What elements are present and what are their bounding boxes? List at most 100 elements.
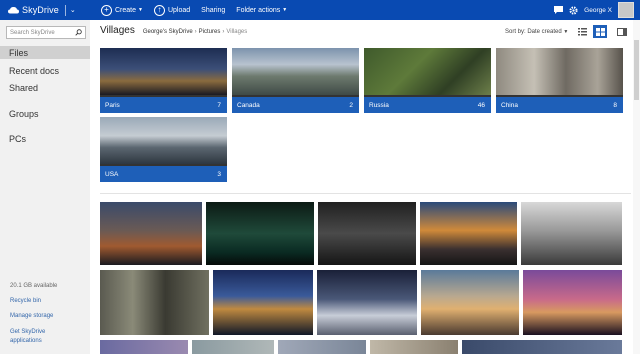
create-button[interactable]: + Create ▼ (101, 0, 143, 20)
brand-divider (64, 4, 66, 16)
photo-thumbnail[interactable] (317, 270, 417, 335)
sidebar-item-label: PCs (9, 133, 27, 144)
folder-caption: Paris 7 (100, 97, 227, 113)
grid-view-icon (595, 27, 605, 36)
photo-thumbnail[interactable] (370, 340, 458, 354)
scrollbar[interactable] (633, 20, 640, 354)
folder-tile-canada[interactable]: Canada 2 (232, 48, 359, 113)
breadcrumb: George's SkyDrive › Pictures › Villages (143, 29, 247, 35)
breadcrumb-item[interactable]: Pictures (199, 29, 221, 35)
sidebar-item-label: Groups (9, 108, 39, 119)
photo-thumbnail[interactable] (521, 202, 622, 265)
photo-thumbnail[interactable] (318, 202, 416, 265)
folder-caption: China 8 (496, 97, 623, 113)
photo-thumbnail[interactable] (100, 270, 209, 335)
folder-name: Paris (105, 101, 120, 109)
photo-thumbnail[interactable] (192, 340, 274, 354)
photo-thumbnail[interactable] (100, 202, 202, 265)
sidebar-item-label: Files (9, 47, 29, 58)
sidebar-item-label: Shared (9, 82, 39, 93)
sidebar-item-files[interactable]: Files (0, 46, 90, 59)
chevron-right-icon: › (194, 29, 197, 35)
sidebar-item-pcs[interactable]: PCs (0, 132, 90, 145)
photo-thumbnail[interactable] (421, 270, 519, 335)
storage-available: 20.1 GB available (10, 283, 58, 289)
chevron-down-icon[interactable]: ⌄ (70, 6, 76, 14)
folder-tile-paris[interactable]: Paris 7 (100, 48, 227, 113)
search-input[interactable]: Search SkyDrive (6, 26, 86, 39)
top-bar: SkyDrive ⌄ + Create ▼ ↑ Upload Sharing F… (0, 0, 640, 20)
sidebar-item-groups[interactable]: Groups (0, 107, 90, 120)
cloud-icon (8, 6, 19, 13)
scrollbar-thumb[interactable] (634, 40, 639, 100)
details-pane-button[interactable] (615, 25, 629, 38)
folder-count: 46 (477, 101, 485, 109)
get-apps-line2: applications (10, 338, 42, 344)
app-name: SkyDrive (22, 5, 59, 15)
folder-name: Russia (369, 101, 389, 109)
plus-icon: + (101, 4, 112, 16)
sidebar-item-label: Recent docs (9, 65, 60, 76)
sidebar: Search SkyDrive Files Recent docs Shared… (0, 20, 90, 354)
recycle-bin-link[interactable]: Recycle bin (10, 298, 41, 304)
folder-name: China (501, 101, 518, 109)
manage-storage-link[interactable]: Manage storage (10, 313, 53, 319)
folder-actions-button[interactable]: Folder actions ▼ (236, 0, 287, 20)
upload-icon: ↑ (153, 4, 165, 16)
create-label: Create (115, 6, 137, 14)
folder-caption: Russia 46 (364, 97, 491, 113)
photo-thumbnail[interactable] (100, 340, 188, 354)
chevron-down-icon: ▼ (563, 29, 569, 35)
mountain-city-photo (232, 48, 359, 95)
photo-thumbnail[interactable] (213, 270, 313, 335)
folder-name: Canada (237, 101, 260, 109)
sidebar-item-shared[interactable]: Shared (0, 81, 90, 94)
photo-thumbnail[interactable] (278, 340, 366, 354)
thumbnails-view-button[interactable] (593, 25, 607, 38)
chevron-down-icon: ▼ (282, 7, 288, 13)
folder-actions-label: Folder actions (236, 6, 281, 14)
header: Villages George's SkyDrive › Pictures › Vill… (100, 25, 247, 39)
details-view-button[interactable] (575, 25, 589, 38)
folder-tile-usa[interactable]: USA 3 (100, 117, 227, 182)
folder-count: 2 (349, 101, 353, 109)
chevron-down-icon: ▼ (138, 7, 143, 13)
night-city-photo (100, 48, 227, 95)
sharing-label: Sharing (201, 6, 226, 14)
folder-caption: Canada 2 (232, 97, 359, 113)
chat-icon[interactable] (554, 6, 564, 14)
gear-icon[interactable] (569, 5, 578, 15)
brand[interactable]: SkyDrive ⌄ (0, 0, 90, 20)
photo-thumbnail[interactable] (420, 202, 517, 265)
skyscrapers-photo (496, 48, 623, 95)
photo-thumbnail[interactable] (462, 340, 622, 354)
sidebar-item-recent-docs[interactable]: Recent docs (0, 64, 90, 77)
user-name[interactable]: George X (584, 7, 612, 14)
chevron-right-icon: › (222, 29, 225, 35)
sort-dropdown[interactable]: Sort by: Date created ▼ (505, 29, 568, 35)
skyline-photo (100, 117, 227, 164)
photo-thumbnail[interactable] (523, 270, 622, 335)
list-view-icon (577, 27, 587, 35)
top-bar-right: George X (554, 0, 634, 20)
folder-tile-china[interactable]: China 8 (496, 48, 623, 113)
page-title: Villages (100, 25, 135, 36)
details-pane-icon (617, 27, 627, 36)
folder-tile-russia[interactable]: Russia 46 (364, 48, 491, 113)
get-apps-link[interactable]: Get SkyDrive applications (10, 328, 45, 346)
folder-count: 3 (217, 170, 221, 178)
folder-caption: USA 3 (100, 166, 227, 182)
aerial-tower-photo (364, 48, 491, 95)
sort-label: Sort by: Date created (505, 29, 562, 35)
sharing-button[interactable]: Sharing (201, 0, 225, 20)
section-divider (100, 193, 631, 194)
breadcrumb-item[interactable]: George's SkyDrive (143, 29, 193, 35)
upload-button[interactable]: ↑ Upload (153, 0, 190, 20)
breadcrumb-current: Villages (226, 29, 248, 35)
avatar[interactable] (618, 2, 634, 18)
search-placeholder: Search SkyDrive (10, 29, 55, 36)
photo-thumbnail[interactable] (206, 202, 314, 265)
folder-name: USA (105, 170, 119, 178)
get-apps-line1: Get SkyDrive (10, 329, 46, 335)
search-icon[interactable] (75, 29, 82, 36)
